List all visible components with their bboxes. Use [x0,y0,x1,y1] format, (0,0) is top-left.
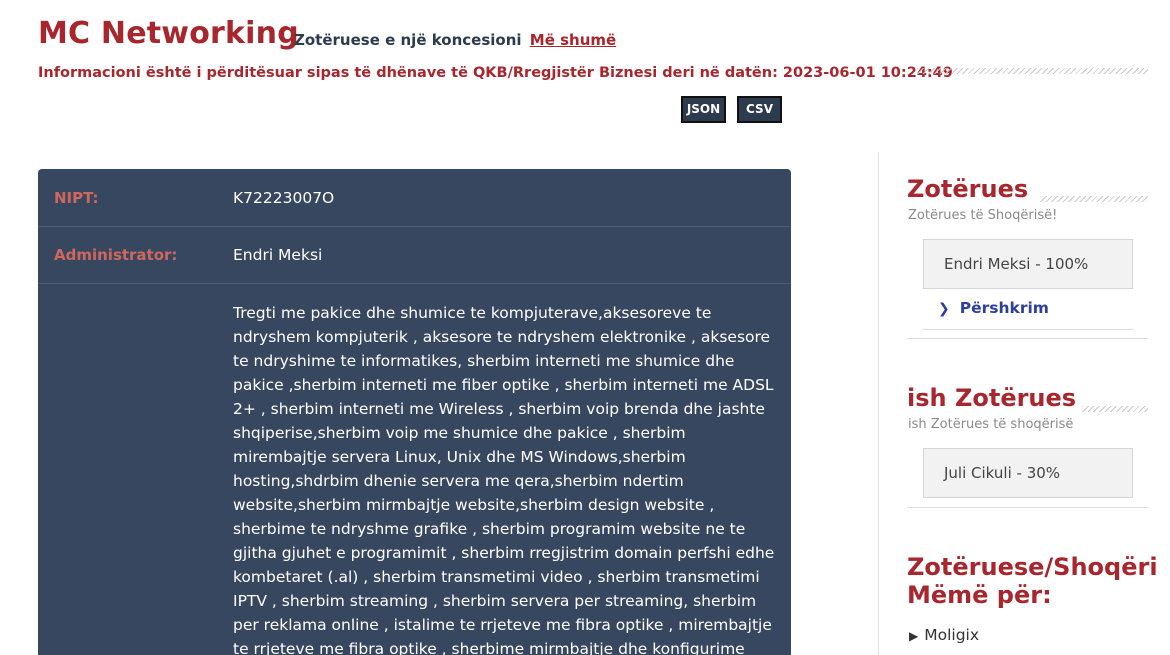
export-csv-button[interactable]: CSV [737,96,782,123]
company-title: MC Networking [38,16,299,51]
owner-item[interactable]: Endri Meksi - 100% [923,239,1133,289]
company-tagline: Zotëruese e një koncesioni Më shumë [294,31,616,49]
parent-heading-line2: Mëmë për: [907,581,1052,609]
activity-description: Tregti me pakice dhe shumice te kompjute… [233,304,775,655]
decorative-hatch [1040,196,1148,202]
nipt-value: K72223007O [233,189,335,207]
former-owners-heading: ish Zotërues [907,384,1077,412]
description-link-label: Përshkrim [959,299,1049,317]
triangle-right-icon: ▶ [909,629,919,643]
export-json-button[interactable]: JSON [681,96,726,123]
decorative-hatch [1082,406,1148,412]
column-divider [878,152,879,655]
administrator-label: Administrator: [54,246,178,264]
parent-heading-line1: Zotëruese/Shoqëri [907,553,1158,581]
former-owners-subheading: ish Zotërues të shoqërisë [908,417,1074,432]
parent-company-item[interactable]: ▶ Moligix [909,626,979,644]
more-link[interactable]: Më shumë [530,31,616,49]
nipt-label: NIPT: [54,189,99,207]
owners-subheading: Zotërues të Shoqërisë! [908,208,1058,223]
chevron-right-icon: ❯ [938,301,950,317]
company-details-panel: NIPT: K72223007O Administrator: Endri Me… [38,169,791,655]
divider [923,329,1133,330]
administrator-row: Administrator: Endri Meksi [38,227,791,284]
administrator-value: Endri Meksi [233,246,323,264]
owners-heading: Zotërues [907,175,1029,203]
nipt-row: NIPT: K72223007O [38,169,791,227]
tagline-text: Zotëruese e një koncesioni [294,31,522,49]
former-owner-item[interactable]: Juli Cikuli - 30% [923,448,1133,498]
description-link[interactable]: ❯ Përshkrim [938,299,1049,317]
divider [907,507,1148,508]
parent-company-label: Moligix [924,626,980,644]
divider [907,338,1148,339]
parent-company-heading: Zotëruese/Shoqëri Mëmë për: [907,553,1158,609]
update-info: Informacioni është i përditësuar sipas t… [38,65,953,81]
decorative-hatch [917,68,1148,74]
